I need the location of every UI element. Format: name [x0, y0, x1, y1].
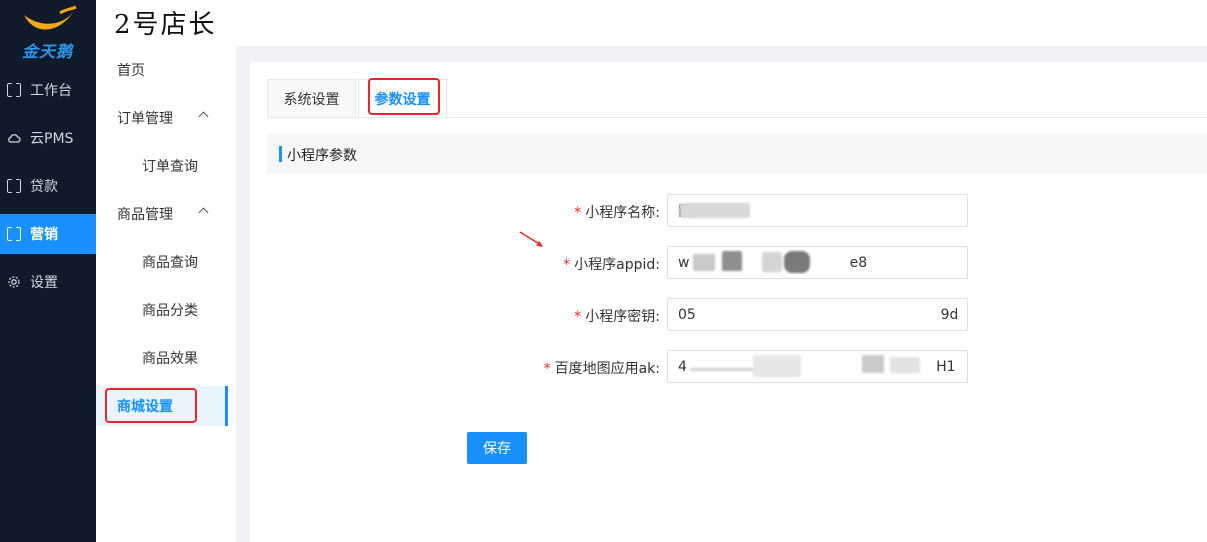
rail-item-label: 设置 — [30, 275, 58, 291]
field-label: * 小程序名称: — [574, 205, 660, 221]
tab-parameter-settings[interactable]: 参数设置 — [358, 79, 447, 118]
rail-item-label: 云PMS — [30, 131, 74, 147]
cloud-icon — [7, 131, 21, 145]
redaction-mask — [690, 368, 760, 371]
rail-item-settings[interactable]: 设置 — [0, 262, 96, 302]
main-panel: 系统设置 参数设置 小程序参数 *小程序名称: *小程序appid: *小程序密… — [250, 62, 1207, 542]
rail-item-workbench[interactable]: 工作台 — [0, 70, 96, 110]
redaction-mask — [753, 355, 801, 377]
field-label: * 小程序密钥: — [574, 309, 660, 325]
subnav-item-product-management[interactable]: 商品管理 — [96, 194, 228, 234]
subnav-item-label: 订单查询 — [142, 159, 198, 175]
section-title: 小程序参数 — [287, 148, 357, 164]
arrow-annotation-icon — [519, 231, 543, 247]
subnav-item-label: 商品管理 — [117, 207, 173, 223]
subnav-item-label: 商城设置 — [117, 399, 173, 415]
redaction-mask — [762, 252, 782, 272]
store-title: 2号店长 — [114, 10, 217, 40]
subnav-item-label: 商品查询 — [142, 255, 198, 271]
form-row-secret: * 小程序密钥: — [250, 298, 1207, 332]
tab-label: 系统设置 — [283, 91, 340, 108]
content-gutter — [236, 46, 250, 542]
chevron-up-icon — [198, 111, 209, 122]
swan-logo-icon — [24, 5, 77, 30]
bracket-icon — [7, 179, 21, 193]
subnav-item-product-query[interactable]: 商品查询 — [96, 242, 228, 282]
redaction-mask — [680, 203, 750, 218]
redaction-mask — [890, 357, 920, 373]
rail-item-marketing[interactable]: 营销 — [0, 214, 96, 254]
section-accent-bar — [279, 146, 282, 162]
rail-item-loan[interactable]: 贷款 — [0, 166, 96, 206]
secondary-sidebar: 首页 订单管理 订单查询 商品管理 商品查询 商品分类 商品效果 商城设置 — [96, 46, 236, 542]
redaction-mask — [862, 355, 884, 373]
redaction-mask — [693, 254, 715, 271]
subnav-item-order-query[interactable]: 订单查询 — [96, 146, 228, 186]
tab-label: 参数设置 — [374, 91, 431, 108]
tab-divider — [267, 117, 1207, 118]
active-indicator — [225, 386, 228, 426]
top-gutter — [236, 46, 1207, 62]
rail-item-label: 贷款 — [30, 179, 58, 195]
rail-item-cloud-pms[interactable]: 云PMS — [0, 118, 96, 158]
secret-input[interactable] — [667, 298, 968, 331]
field-label: * 小程序appid: — [563, 257, 660, 273]
rail-item-label: 营销 — [30, 227, 58, 243]
primary-sidebar: 金天鹅 工作台 云PMS 贷款 营销 设置 — [0, 0, 96, 542]
rail-item-label: 工作台 — [30, 83, 72, 99]
baidu-map-ak-input[interactable] — [667, 350, 968, 383]
top-header: 2号店长 — [96, 0, 1207, 46]
subnav-item-label: 首页 — [117, 63, 145, 79]
redaction-mask — [722, 251, 742, 271]
subnav-item-label: 订单管理 — [117, 111, 173, 127]
subnav-item-mall-settings[interactable]: 商城设置 — [96, 386, 228, 426]
subnav-item-label: 商品分类 — [142, 303, 198, 319]
form-row-mini-program-name: * 小程序名称: — [250, 194, 1207, 228]
bracket-icon — [7, 83, 21, 97]
section-header: 小程序参数 — [267, 134, 1207, 174]
subnav-item-product-effect[interactable]: 商品效果 — [96, 338, 228, 378]
subnav-item-label: 商品效果 — [142, 351, 198, 367]
form-row-appid: * 小程序appid: — [250, 246, 1207, 280]
subnav-item-home[interactable]: 首页 — [96, 50, 228, 90]
save-button[interactable]: 保存 — [467, 432, 527, 464]
chevron-up-icon — [198, 207, 209, 218]
tab-system-settings[interactable]: 系统设置 — [267, 79, 356, 118]
subnav-item-product-category[interactable]: 商品分类 — [96, 290, 228, 330]
field-label: * 百度地图应用ak: — [543, 361, 660, 377]
redaction-mask — [784, 251, 810, 273]
bracket-icon — [7, 227, 21, 241]
subnav-item-order-management[interactable]: 订单管理 — [96, 98, 228, 138]
gear-icon — [7, 275, 21, 289]
logo-text: 金天鹅 — [22, 42, 74, 61]
brand-logo: 金天鹅 — [0, 0, 96, 62]
form-row-baidu-ak: * 百度地图应用ak: — [250, 350, 1207, 384]
